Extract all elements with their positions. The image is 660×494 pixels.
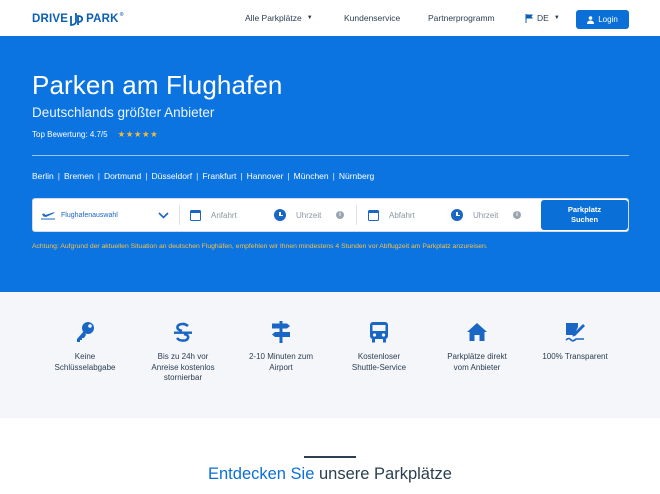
- field-divider: [356, 205, 357, 225]
- airport-placeholder: Flughafenauswahl: [61, 211, 118, 219]
- signature-icon: [565, 323, 585, 342]
- airplane-icon: [41, 212, 55, 220]
- rating-label: Top Bewertung: 4.7/5: [32, 130, 108, 139]
- feature-shuttle-service: Kostenloser Shuttle-Service: [329, 320, 429, 373]
- logo-dp-mark-icon: [70, 13, 84, 26]
- city-link-hannover[interactable]: Hannover: [247, 171, 284, 181]
- feature-free-cancellation: Bis zu 24h vor Anreise kostenlos stornie…: [133, 320, 233, 384]
- strikethrough-s-icon: [174, 322, 192, 342]
- nav-customer-service[interactable]: Kundenservice: [344, 13, 400, 23]
- field-divider: [179, 205, 180, 225]
- caret-down-icon: ▼: [306, 15, 313, 21]
- section-divider: [304, 456, 356, 458]
- user-icon: [587, 15, 595, 24]
- arrival-date-field[interactable]: Anfahrt: [190, 199, 270, 231]
- arrival-date-placeholder: Anfahrt: [211, 210, 237, 220]
- feature-text: vom Anbieter: [453, 362, 501, 372]
- feature-text: Airport: [269, 362, 293, 372]
- city-link-duesseldorf[interactable]: Düsseldorf: [151, 171, 192, 181]
- home-icon: [467, 323, 487, 341]
- feature-direct-provider: Parkplätze direkt vom Anbieter: [427, 320, 527, 373]
- language-label: DE: [537, 13, 549, 23]
- city-link-dortmund[interactable]: Dortmund: [104, 171, 141, 181]
- login-label: Login: [598, 15, 618, 24]
- feature-no-key-handover: Keine Schlüsselabgabe: [35, 320, 135, 373]
- nav-customer-service-label: Kundenservice: [344, 13, 401, 23]
- city-link-berlin[interactable]: Berlin: [32, 171, 54, 181]
- caret-down-icon: ▼: [553, 15, 560, 21]
- city-link-nuernberg[interactable]: Nürnberg: [339, 171, 374, 181]
- discover-heading-rest: unsere Parkplätze: [314, 465, 452, 483]
- info-icon[interactable]: i: [513, 211, 521, 219]
- nav-partner-program-label: Partnerprogramm: [428, 13, 495, 23]
- feature-text: Shuttle-Service: [351, 362, 407, 372]
- flag-icon: [525, 13, 533, 23]
- features-section: Keine Schlüsselabgabe Bis zu 24h vor Anr…: [0, 292, 660, 418]
- departure-date-field[interactable]: Abfahrt: [368, 199, 448, 231]
- key-icon: [77, 322, 94, 342]
- city-link-muenchen[interactable]: München: [294, 171, 329, 181]
- feature-text: 2-10 Minuten zum: [248, 352, 314, 361]
- language-selector[interactable]: DE ▼: [525, 13, 560, 23]
- calendar-icon: [190, 209, 201, 221]
- info-icon[interactable]: i: [336, 211, 344, 219]
- star-rating-icon: ★★★★★: [117, 129, 159, 139]
- search-form: Flughafenauswahl Anfahrt Uhrzeit i Abfah…: [32, 198, 629, 232]
- feature-transparent: 100% Transparent: [525, 320, 625, 363]
- airport-select[interactable]: Flughafenauswahl: [41, 199, 181, 231]
- feature-text: Anreise kostenlos: [151, 362, 215, 372]
- discover-heading-accent: Entdecken Sie: [208, 465, 315, 483]
- city-link-bremen[interactable]: Bremen: [64, 171, 94, 181]
- clock-icon: [451, 209, 463, 221]
- logo-text-park: PARK: [86, 13, 119, 25]
- hero-divider: [32, 155, 629, 156]
- nav-all-parking[interactable]: Alle Parkplätze ▼: [245, 13, 313, 23]
- feature-text: Parkplätze direkt: [447, 352, 507, 361]
- search-button-line1: Parkplatz: [567, 205, 602, 214]
- search-button-line2: Suchen: [570, 215, 599, 224]
- city-link-frankfurt[interactable]: Frankfurt: [202, 171, 236, 181]
- bus-icon: [370, 322, 388, 343]
- site-header: DRIVE PARK ® Alle Parkplätze ▼ Kundenser…: [0, 0, 660, 36]
- feature-minutes-to-airport: 2-10 Minuten zum Airport: [231, 320, 331, 373]
- logo-registered: ®: [119, 12, 124, 18]
- rating: Top Bewertung: 4.7/5 ★★★★★: [32, 129, 158, 140]
- feature-text: Schlüsselabgabe: [54, 362, 116, 372]
- login-button[interactable]: Login: [576, 10, 629, 29]
- clock-icon: [274, 209, 286, 221]
- feature-text: Keine: [74, 352, 96, 361]
- search-parking-button[interactable]: Parkplatz Suchen: [541, 200, 628, 230]
- nav-partner-program[interactable]: Partnerprogramm: [428, 13, 495, 23]
- chevron-down-icon: [158, 211, 169, 219]
- logo-text-drive: DRIVE: [32, 13, 69, 25]
- departure-time-placeholder: Uhrzeit: [473, 210, 499, 220]
- feature-text: 100% Transparent: [542, 352, 608, 361]
- hero-subtitle: Deutschlands größter Anbieter: [32, 105, 215, 120]
- feature-text: Kostenloser: [357, 352, 401, 361]
- signpost-icon: [272, 321, 290, 343]
- warning-notice: Achtung: Aufgrund der aktuellen Situatio…: [32, 243, 488, 250]
- drivepark-logo[interactable]: DRIVE PARK ®: [32, 11, 124, 27]
- feature-text: stornierbar: [163, 373, 203, 382]
- hero-title: Parken am Flughafen: [32, 70, 283, 100]
- discover-heading: Entdecken Sie unsere Parkplätze: [0, 465, 660, 484]
- calendar-icon: [368, 209, 379, 221]
- nav-all-parking-label: Alle Parkplätze: [245, 13, 302, 23]
- arrival-time-placeholder: Uhrzeit: [296, 210, 322, 220]
- feature-text: Bis zu 24h vor: [157, 352, 209, 361]
- departure-date-placeholder: Abfahrt: [389, 210, 415, 220]
- city-links: Berlin | Bremen | Dortmund | Düsseldorf | Fr…: [32, 171, 375, 181]
